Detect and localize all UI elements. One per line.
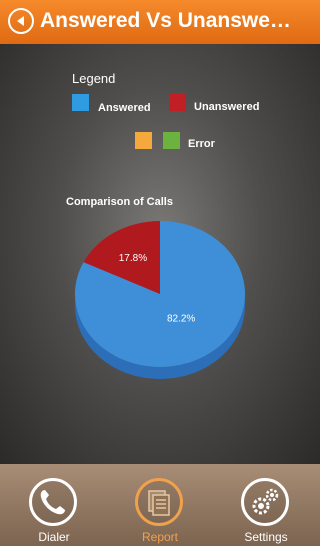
tab-dialer-label: Dialer — [38, 530, 70, 544]
report-circle — [135, 478, 183, 526]
page-title: Answered Vs Unanswe… — [40, 9, 291, 32]
tab-report-label: Report — [141, 530, 179, 544]
tab-settings-label: Settings — [244, 530, 288, 544]
settings-circle — [241, 478, 289, 526]
app-header: Answered Vs Unanswe… — [0, 0, 320, 44]
back-arrow-icon — [17, 16, 24, 26]
gears-icon — [252, 488, 279, 515]
tab-dialer[interactable]: Dialer — [1, 464, 107, 546]
phone-icon — [40, 490, 65, 515]
dialer-circle — [29, 478, 77, 526]
tab-settings[interactable]: Settings — [213, 464, 319, 546]
report-icon — [148, 490, 170, 516]
bottom-tab-bar: Dialer Report Settings — [0, 464, 320, 546]
tab-report[interactable]: Report — [107, 464, 213, 546]
pie-top — [74, 221, 245, 367]
report-content: Legend Answered Unanswered Error Compari… — [0, 44, 320, 464]
pie-label-answered: 82.2% — [167, 314, 195, 325]
pie-chart: 82.2% 17.8% — [74, 221, 245, 379]
pie-label-unanswered: 17.8% — [119, 253, 147, 264]
back-button[interactable] — [8, 8, 34, 34]
